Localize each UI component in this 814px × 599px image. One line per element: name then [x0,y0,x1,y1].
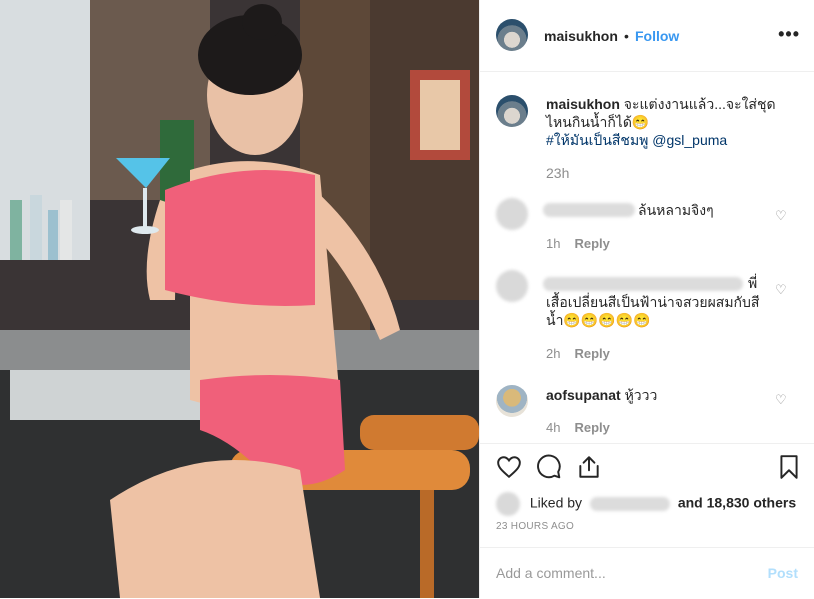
comment-text: ล้นหลามจิงๆ [638,202,714,218]
comment-body: หู้ววว [624,387,658,403]
author-username[interactable]: maisukhon [544,28,618,44]
author-avatar[interactable] [496,19,528,51]
caption: maisukhon จะแต่งงานแล้ว...จะใส่ชุด ไหนกิ… [546,95,801,149]
likes-prefix: Liked by [529,494,583,511]
post-button[interactable]: Post [768,565,798,581]
more-horizontal-icon[interactable]: ••• [778,24,800,45]
comment-time[interactable]: 4h [546,420,560,435]
comment-text: aofsupanat หู้ววว [546,386,657,404]
comment-input[interactable]: Add a comment... [496,565,606,581]
comment-username-blurred [543,277,743,291]
reply-button[interactable]: Reply [574,346,609,361]
comment-text-line3: น้ำ😁😁😁😁😁 [546,312,651,328]
comment-form: Add a comment... Post [480,547,814,599]
comment-meta: 1h Reply [546,236,610,251]
reply-button[interactable]: Reply [574,236,609,251]
comment-avatar[interactable] [496,198,528,230]
separator-dot: • [624,28,629,44]
heart-icon[interactable]: ♡ [775,282,787,298]
comment-avatar[interactable] [496,270,528,302]
liker-avatar[interactable] [496,492,520,516]
post-photo[interactable] [0,0,479,598]
post-photo-illustration [0,0,479,598]
reply-button[interactable]: Reply [574,420,609,435]
post-actions: Liked by and 18,830 others 23 HOURS AGO … [480,443,814,599]
comment-text-line2: เสื้อเปลี่ยนสีเป็นฟ้าน่าจสวยผสมกับสี [546,294,760,310]
heart-icon[interactable]: ♡ [775,208,787,224]
comment-text: เสื้อเปลี่ยนสีเป็นฟ้าน่าจสวยผสมกับสี น้ำ… [546,293,766,329]
post-header: maisukhon • Follow ••• [480,0,814,72]
instagram-post-view: maisukhon • Follow ••• maisukhon จะแต่งง… [0,0,814,598]
comment-icon[interactable] [536,454,562,480]
heart-icon[interactable] [496,454,522,480]
follow-button[interactable]: Follow [635,28,679,44]
comment-meta: 4h Reply [546,420,610,435]
comment-meta: 2h Reply [546,346,610,361]
post-sidebar: maisukhon • Follow ••• maisukhon จะแต่งง… [479,0,814,598]
caption-time[interactable]: 23h [546,165,569,181]
comment-time[interactable]: 2h [546,346,560,361]
likes-count[interactable]: and 18,830 others [678,495,796,511]
caption-text-line2: ไหนกินน้ำก็ได้😁 [546,114,650,130]
post-timestamp[interactable]: 23 HOURS AGO [496,521,574,532]
liker-username-blurred[interactable] [589,497,670,511]
caption-avatar[interactable] [496,95,528,127]
comment-time[interactable]: 1h [546,236,560,251]
caption-hashtags[interactable]: #ให้มันเป็นสีชมพู @gsl_puma [546,132,727,148]
comment-username[interactable]: aofsupanat [546,387,621,403]
heart-icon[interactable]: ♡ [775,392,787,408]
comment-username-blurred [543,203,635,217]
comment-text-end: พี่ [748,275,758,291]
comment-avatar[interactable] [496,385,528,417]
share-icon[interactable] [576,454,602,480]
likes-line: Liked by and 18,830 others [496,492,796,516]
caption-username[interactable]: maisukhon [546,96,620,112]
bookmark-icon[interactable] [776,454,802,480]
caption-text-line1: จะแต่งงานแล้ว...จะใส่ชุด [623,96,776,112]
